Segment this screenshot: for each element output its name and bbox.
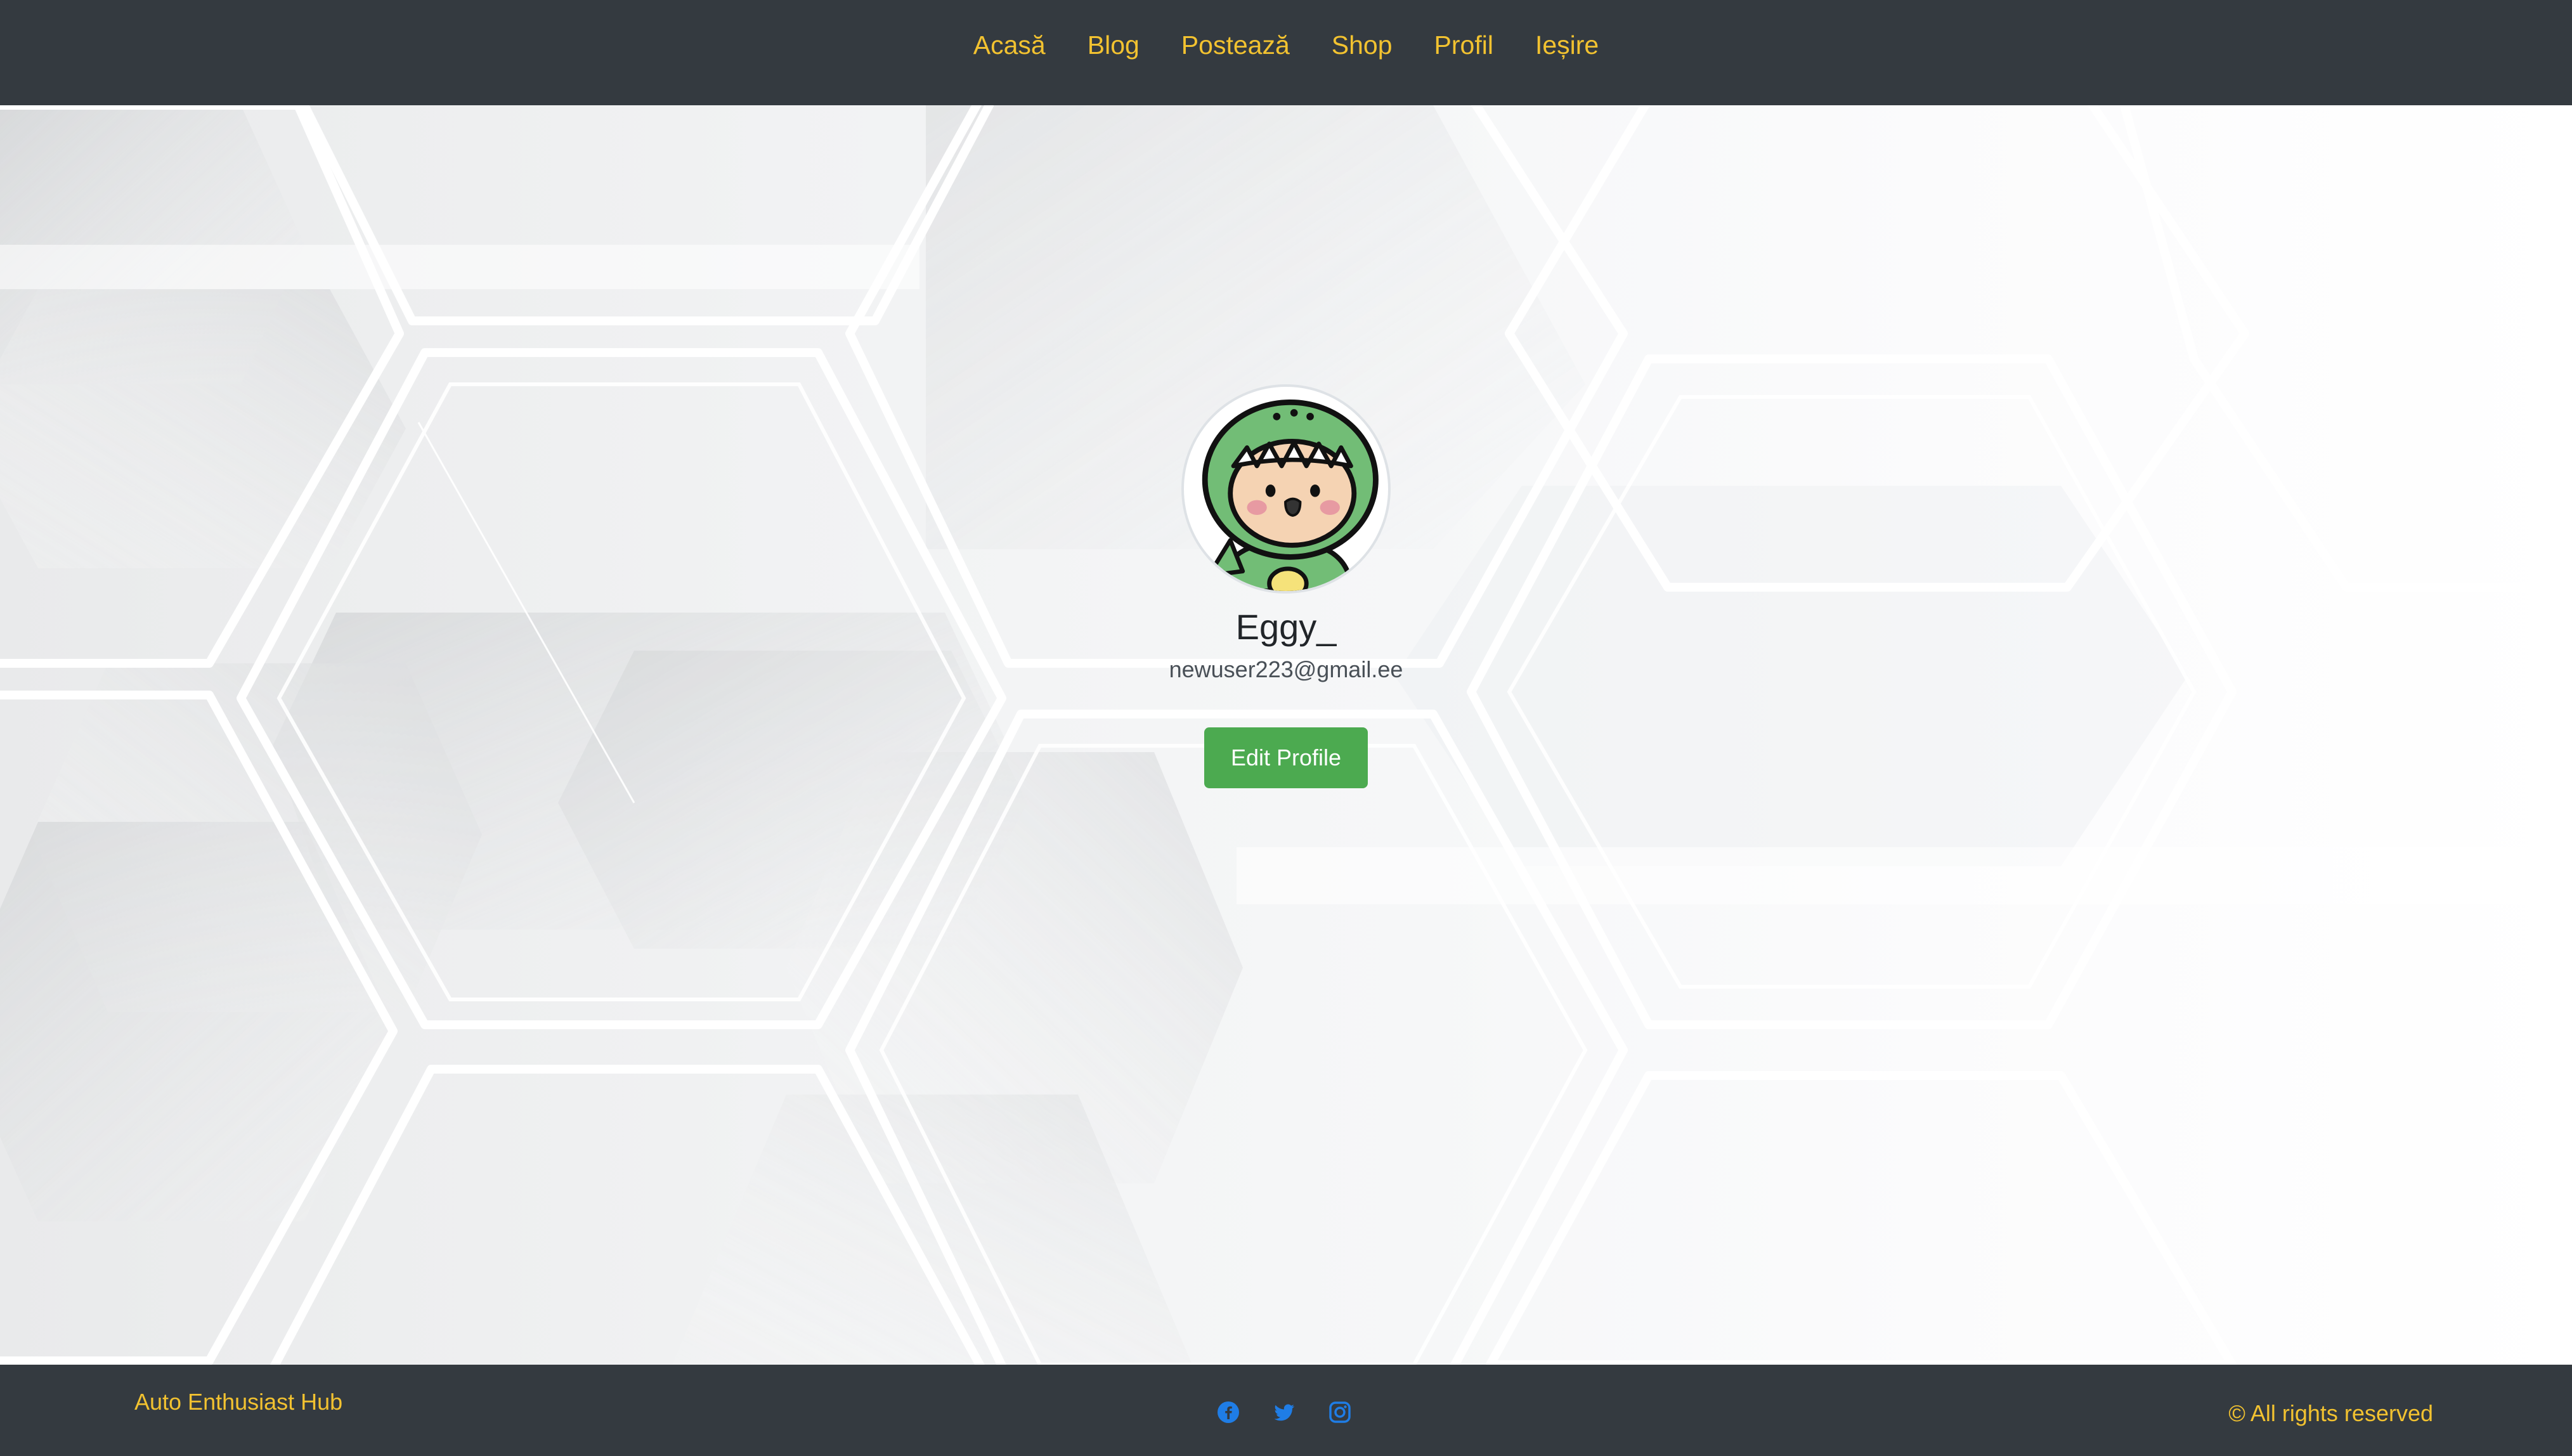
nav-link-iesire[interactable]: Ieșire — [1535, 30, 1599, 60]
twitter-icon[interactable] — [1272, 1400, 1296, 1424]
nav-link-posteaza[interactable]: Postează — [1181, 30, 1290, 60]
profile-email: newuser223@gmail.ee — [1169, 656, 1403, 682]
dinosaur-costume-avatar-icon — [1202, 400, 1379, 591]
profile-page-main: Eggy_ newuser223@gmail.ee Edit Profile — [0, 105, 2572, 1365]
top-navbar: Acasă Blog Postează Shop Profil Ieșire — [0, 0, 2572, 105]
profile-card: Eggy_ newuser223@gmail.ee Edit Profile — [1159, 384, 1413, 789]
page-footer: Auto Enthusiast Hub © All rights reserve… — [0, 1365, 2572, 1456]
footer-brand: Auto Enthusiast Hub — [134, 1389, 343, 1415]
profile-username: Eggy_ — [1235, 607, 1337, 647]
hexagon-fills — [0, 105, 2188, 1365]
nav-link-profil[interactable]: Profil — [1434, 30, 1493, 60]
nav-link-shop[interactable]: Shop — [1332, 30, 1393, 60]
nav-menu: Acasă Blog Postează Shop Profil Ieșire — [973, 32, 1599, 58]
nav-link-blog[interactable]: Blog — [1088, 30, 1140, 60]
instagram-icon[interactable] — [1328, 1400, 1352, 1424]
nav-link-acasa[interactable]: Acasă — [973, 30, 1046, 60]
edit-profile-button[interactable]: Edit Profile — [1204, 727, 1368, 789]
social-links — [1216, 1400, 1352, 1424]
footer-copyright: © All rights reserved — [2228, 1400, 2433, 1426]
avatar — [1181, 384, 1391, 594]
facebook-icon[interactable] — [1216, 1400, 1240, 1424]
